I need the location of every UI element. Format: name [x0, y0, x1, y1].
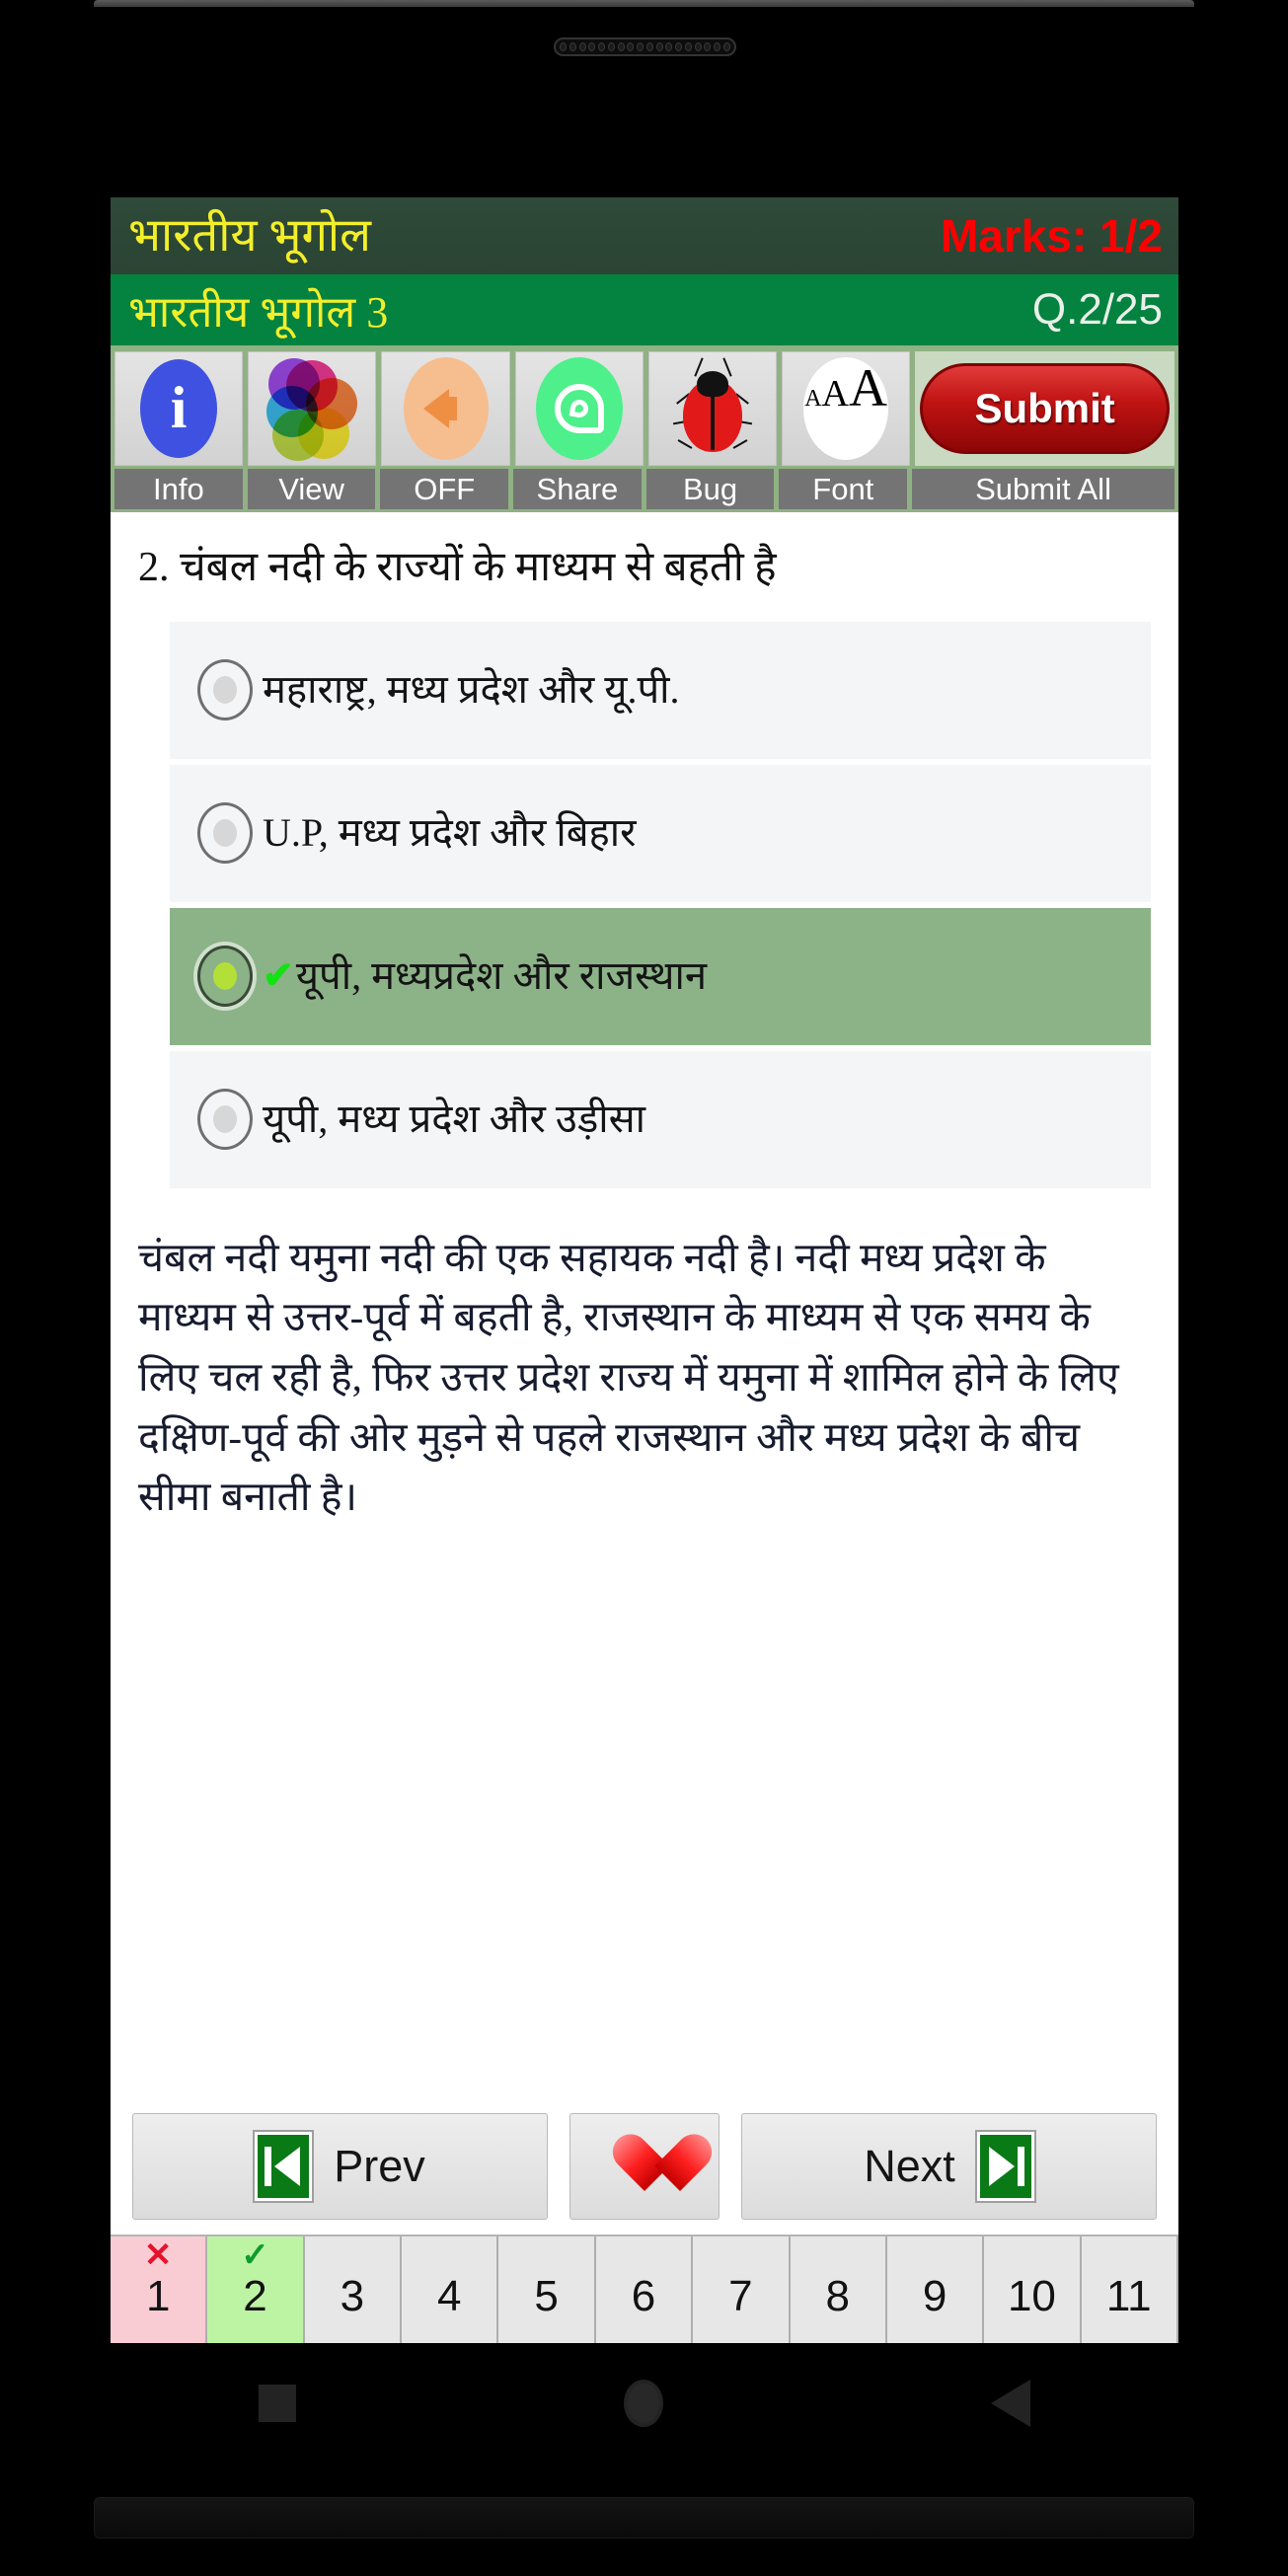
toolbar-button-sound-off[interactable] [381, 350, 510, 466]
toolbar-label-view[interactable]: View [247, 469, 376, 509]
whatsapp-icon [535, 356, 623, 460]
radio-button-icon[interactable] [197, 802, 253, 864]
favorite-button[interactable] [569, 2113, 720, 2220]
toolbar-button-view[interactable] [248, 350, 377, 466]
question-number-cell[interactable]: 3 [304, 2236, 403, 2343]
question-number-cell[interactable]: ✕ 1 [111, 2236, 208, 2343]
toolbar-label-info[interactable]: Info [114, 469, 243, 509]
toolbar-label-bug[interactable]: Bug [645, 469, 775, 509]
back-button[interactable] [956, 2369, 1065, 2438]
toolbar-label-font[interactable]: Font [779, 469, 908, 509]
question-number-label: 11 [1105, 2272, 1152, 2320]
option-row[interactable]: यूपी, मध्य प्रदेश और उड़ीसा [170, 1050, 1151, 1188]
option-label: यूपी, मध्यप्रदेश और राजस्थान [295, 953, 708, 998]
phone-top-bezel [0, 0, 1288, 197]
radio-button-icon[interactable] [197, 659, 253, 720]
bezel-top-edge [94, 0, 1194, 7]
phone-frame: भारतीय भूगोल Marks: 1/2 भारतीय भूगोल 3 Q… [0, 0, 1288, 2576]
quiz-subtitle-bar: भारतीय भूगोल 3 Q.2/25 [111, 274, 1178, 345]
next-button[interactable]: Next [741, 2113, 1157, 2220]
phone-bottom-bezel [0, 2344, 1288, 2576]
question-number-cell[interactable]: 11 [1081, 2236, 1178, 2343]
question-number-cell[interactable]: 8 [790, 2236, 887, 2343]
question-number-label: 10 [1007, 2272, 1056, 2320]
option-row[interactable]: U.P, मध्य प्रदेश और बिहार [170, 764, 1151, 902]
android-navigation-bar [94, 2344, 1194, 2462]
option-label: यूपी, मध्य प्रदेश और उड़ीसा [263, 1097, 645, 1141]
page-title: भारतीय भूगोल [128, 209, 371, 262]
toolbar-label-submit-all[interactable]: Submit All [912, 469, 1174, 509]
bezel-bottom-edge [94, 2497, 1194, 2538]
question-number-label: 8 [825, 2272, 850, 2320]
correct-check-icon: ✔ [263, 955, 294, 997]
question-number-label: 9 [922, 2272, 947, 2320]
question-area: 2. चंबल नदी के राज्यों के माध्यम से बहती… [111, 512, 1178, 1194]
font-size-icon: A A A [803, 356, 889, 460]
font-icon-large-a: A [849, 357, 887, 417]
toolbar-button-font[interactable]: A A A [782, 350, 911, 466]
question-number-cell[interactable]: 10 [984, 2236, 1082, 2343]
app-screen: भारतीय भूगोल Marks: 1/2 भारतीय भूगोल 3 Q… [111, 197, 1178, 2343]
info-icon: i [140, 358, 218, 458]
marks-badge: Marks: 1/2 [940, 210, 1163, 262]
font-icon-small-a: A [804, 385, 822, 412]
wrong-mark-icon: ✕ [143, 2236, 173, 2274]
app-title-bar: भारतीय भूगोल Marks: 1/2 [111, 197, 1178, 274]
skip-to-last-icon [974, 2130, 1036, 2203]
skip-to-first-icon [253, 2130, 315, 2203]
toolbar-button-submit-all[interactable]: Submit [915, 350, 1175, 466]
font-icon-medium-a: A [821, 372, 849, 415]
footer-navigation: Prev Next [111, 2108, 1178, 2225]
options-list: महाराष्ट्र, मध्य प्रदेश और यू.पी. U.P, म… [138, 621, 1151, 1194]
question-number-cell[interactable]: 7 [693, 2236, 791, 2343]
ladybug-icon [670, 356, 755, 460]
option-label: महाराष्ट्र, मध्य प्रदेश और यू.पी. [263, 667, 680, 712]
speaker-icon [403, 356, 489, 460]
toolbar: i A A A Submit [111, 345, 1178, 469]
option-row[interactable]: महाराष्ट्र, मध्य प्रदेश और यू.पी. [170, 621, 1151, 759]
option-label: U.P, मध्य प्रदेश और बिहार [263, 810, 637, 855]
question-number-label: 4 [437, 2272, 462, 2320]
prev-button-label: Prev [334, 2141, 425, 2191]
radio-button-icon[interactable] [197, 1089, 253, 1150]
submit-button[interactable]: Submit [920, 362, 1170, 454]
home-button[interactable] [589, 2369, 698, 2438]
earpiece-speaker-icon [554, 38, 736, 56]
option-row-selected[interactable]: ✔ यूपी, मध्यप्रदेश और राजस्थान [170, 907, 1151, 1045]
question-number-cell[interactable]: ✓ 2 [207, 2236, 305, 2343]
question-number-label: 5 [534, 2272, 559, 2320]
toolbar-label-row: Info View OFF Share Bug Font Submit All [111, 469, 1178, 512]
recents-square-icon [258, 2385, 296, 2422]
home-circle-icon [624, 2380, 664, 2427]
question-number-cell[interactable]: 6 [595, 2236, 694, 2343]
question-number-label: 2 [243, 2272, 267, 2320]
recents-button[interactable] [223, 2369, 332, 2438]
toolbar-label-off[interactable]: OFF [380, 469, 509, 509]
color-wheel-icon [266, 357, 358, 461]
question-number-cell[interactable]: 4 [402, 2236, 499, 2343]
radio-button-selected-icon[interactable] [197, 946, 253, 1007]
toolbar-button-info[interactable]: i [114, 350, 244, 466]
toolbar-label-share[interactable]: Share [513, 469, 642, 509]
question-number-label: 3 [340, 2272, 365, 2320]
toolbar-button-share[interactable] [514, 350, 644, 466]
question-number-cell[interactable]: 5 [498, 2236, 596, 2343]
back-triangle-icon [991, 2380, 1031, 2427]
next-button-label: Next [864, 2141, 955, 2191]
prev-button[interactable]: Prev [132, 2113, 548, 2220]
toolbar-button-bug[interactable] [647, 350, 778, 466]
quiz-set-name: भारतीय भूगोल 3 [128, 288, 389, 337]
heart-icon [609, 2132, 680, 2201]
question-number-label: 1 [145, 2272, 171, 2320]
question-number-label: 7 [728, 2272, 753, 2320]
question-text: 2. चंबल नदी के राज्यों के माध्यम से बहती… [138, 545, 777, 590]
correct-mark-icon: ✓ [241, 2236, 269, 2274]
explanation-text: चंबल नदी यमुना नदी की एक सहायक नदी है। न… [138, 1234, 1119, 1520]
question-number-label: 6 [631, 2272, 656, 2320]
question-number-strip: ✕ 1 ✓ 2 3 4 5 6 7 8 9 10 11 [111, 2235, 1178, 2343]
question-number-cell[interactable]: 9 [886, 2236, 985, 2343]
question-counter: Q.2/25 [1031, 285, 1163, 334]
